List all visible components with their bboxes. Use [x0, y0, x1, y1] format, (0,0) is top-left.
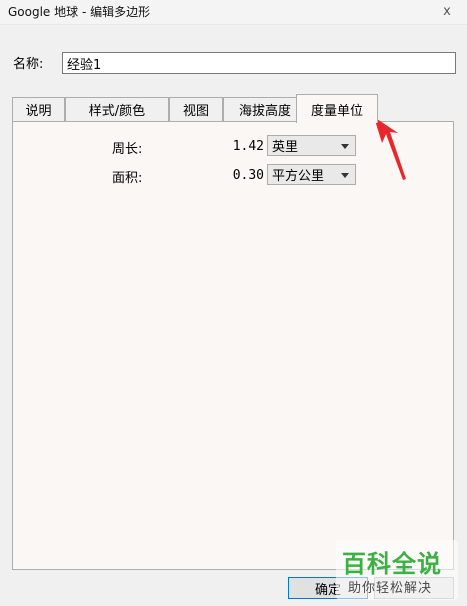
area-label: 面积: [112, 171, 143, 186]
tab-altitude[interactable]: 海拔高度 [223, 97, 307, 121]
measurements-panel: 周长: 1.42 英里 面积: 0.30 平方公里 [12, 121, 454, 570]
area-unit-value: 平方公里 [272, 169, 325, 184]
chevron-down-icon [341, 173, 349, 178]
area-unit-select[interactable]: 平方公里 [267, 164, 356, 185]
close-button[interactable]: x [433, 0, 461, 22]
name-label: 名称: [13, 57, 44, 72]
perimeter-label: 周长: [112, 142, 143, 157]
title-bar: Google 地球 - 编辑多边形 x [0, 0, 467, 25]
tab-view[interactable]: 视图 [169, 97, 223, 121]
name-input[interactable] [62, 52, 456, 74]
perimeter-value: 1.42 [232, 139, 264, 154]
tab-measurements[interactable]: 度量单位 [296, 94, 378, 123]
watermark-logo: 百科全说 助你轻松解决 [336, 540, 458, 600]
watermark-title: 百科全说 [342, 550, 442, 578]
area-value: 0.30 [232, 168, 264, 183]
edit-polygon-dialog: Google 地球 - 编辑多边形 x 名称: 说明 样式/颜色 视图 海拔高度… [0, 0, 467, 606]
perimeter-unit-select[interactable]: 英里 [267, 135, 356, 156]
perimeter-unit-value: 英里 [272, 140, 299, 155]
tab-description[interactable]: 说明 [12, 97, 65, 121]
chevron-down-icon [341, 144, 349, 149]
watermark-subtitle: 助你轻松解决 [348, 581, 433, 596]
window-title: Google 地球 - 编辑多边形 [8, 5, 151, 19]
tab-style-color[interactable]: 样式/颜色 [65, 97, 169, 121]
